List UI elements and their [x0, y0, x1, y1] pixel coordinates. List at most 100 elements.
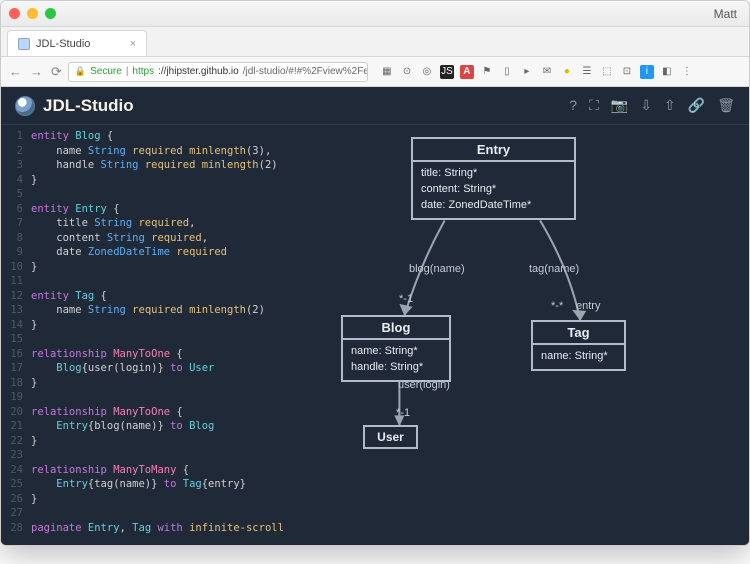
- ext-icon[interactable]: A: [460, 65, 474, 79]
- code-content: }: [31, 492, 301, 507]
- entity-box-blog[interactable]: Blog name: String* handle: String*: [341, 315, 451, 382]
- code-line[interactable]: 17 Blog{user(login)} to User: [1, 361, 301, 376]
- code-content: [31, 274, 301, 289]
- minimize-window-button[interactable]: [27, 8, 38, 19]
- code-line[interactable]: 28paginate Entry, Tag with infinite-scro…: [1, 521, 301, 536]
- ext-icon[interactable]: ⊡: [620, 65, 634, 79]
- line-number: 1: [1, 129, 31, 144]
- help-button[interactable]: ?: [569, 97, 577, 114]
- ext-icon[interactable]: ☰: [580, 65, 594, 79]
- line-number: 18: [1, 376, 31, 391]
- entity-box-user[interactable]: User: [363, 425, 418, 449]
- download-button[interactable]: ⇩: [640, 97, 652, 114]
- url-input[interactable]: 🔒 Secure | https://jhipster.github.io/jd…: [68, 62, 368, 82]
- ext-icon[interactable]: ◧: [660, 65, 674, 79]
- reload-button[interactable]: ⟳: [51, 64, 62, 80]
- tab-title: JDL-Studio: [36, 38, 90, 50]
- url-scheme: https: [132, 66, 154, 77]
- code-content: }: [31, 434, 301, 449]
- code-line[interactable]: 18}: [1, 376, 301, 391]
- code-content: Entry{blog(name)} to Blog: [31, 419, 301, 434]
- ext-icon[interactable]: JS: [440, 65, 454, 79]
- line-number: 9: [1, 245, 31, 260]
- code-content: [31, 390, 301, 405]
- code-line[interactable]: 4}: [1, 173, 301, 188]
- code-line[interactable]: 13 name String required minlength(2): [1, 303, 301, 318]
- entity-field: date: ZonedDateTime*: [421, 197, 566, 213]
- entity-field: content: String*: [421, 181, 566, 197]
- line-number: 23: [1, 448, 31, 463]
- ext-icon[interactable]: ◎: [420, 65, 434, 79]
- code-line[interactable]: 26}: [1, 492, 301, 507]
- code-line[interactable]: 24relationship ManyToMany {: [1, 463, 301, 478]
- maximize-window-button[interactable]: [45, 8, 56, 19]
- code-line[interactable]: 21 Entry{blog(name)} to Blog: [1, 419, 301, 434]
- ext-icon[interactable]: ✉: [540, 65, 554, 79]
- close-window-button[interactable]: [9, 8, 20, 19]
- code-content: entity Blog {: [31, 129, 301, 144]
- code-line[interactable]: 20relationship ManyToOne {: [1, 405, 301, 420]
- code-line[interactable]: 15: [1, 332, 301, 347]
- link-button[interactable]: 🔗: [688, 97, 705, 114]
- code-line[interactable]: 19: [1, 390, 301, 405]
- line-number: 19: [1, 390, 31, 405]
- browser-tab[interactable]: JDL-Studio ×: [7, 30, 147, 56]
- code-line[interactable]: 5: [1, 187, 301, 202]
- ext-icon[interactable]: i: [640, 65, 654, 79]
- code-content: Blog{user(login)} to User: [31, 361, 301, 376]
- browser-menu-button[interactable]: ⋮: [680, 65, 694, 79]
- line-number: 5: [1, 187, 31, 202]
- diagram-canvas[interactable]: Entry title: String* content: String* da…: [301, 125, 749, 546]
- ext-icon[interactable]: ⊙: [400, 65, 414, 79]
- line-number: 4: [1, 173, 31, 188]
- ext-icon[interactable]: ▦: [380, 65, 394, 79]
- code-line[interactable]: 22}: [1, 434, 301, 449]
- ext-icon[interactable]: ▯: [500, 65, 514, 79]
- ext-icon[interactable]: ▸: [520, 65, 534, 79]
- code-line[interactable]: 12entity Tag {: [1, 289, 301, 304]
- line-number: 2: [1, 144, 31, 159]
- entity-box-tag[interactable]: Tag name: String*: [531, 320, 626, 371]
- browser-tabbar: JDL-Studio ×: [1, 27, 749, 57]
- back-button[interactable]: ←: [9, 64, 22, 80]
- code-editor[interactable]: 1entity Blog {2 name String required min…: [1, 125, 301, 546]
- upload-button[interactable]: ⇧: [664, 97, 676, 114]
- code-line[interactable]: 6entity Entry {: [1, 202, 301, 217]
- code-line[interactable]: 14}: [1, 318, 301, 333]
- line-number: 15: [1, 332, 31, 347]
- code-line[interactable]: 8 content String required,: [1, 231, 301, 246]
- code-line[interactable]: 11: [1, 274, 301, 289]
- code-content: content String required,: [31, 231, 301, 246]
- browser-extension-icons: ▦ ⊙ ◎ JS A ⚑ ▯ ▸ ✉ ● ☰ ⬚ ⊡ i ◧ ⋮: [380, 65, 694, 79]
- url-path: /jdl-studio/#!#%2Fview%2Fentity%20Blog%2…: [243, 66, 368, 77]
- snapshot-button[interactable]: 📷: [611, 97, 628, 114]
- code-line[interactable]: 25 Entry{tag(name)} to Tag{entry}: [1, 477, 301, 492]
- cardinality-label: *-1: [399, 293, 413, 305]
- code-line[interactable]: 2 name String required minlength(3),: [1, 144, 301, 159]
- ext-icon[interactable]: ⚑: [480, 65, 494, 79]
- line-number: 14: [1, 318, 31, 333]
- code-line[interactable]: 3 handle String required minlength(2): [1, 158, 301, 173]
- code-line[interactable]: 23: [1, 448, 301, 463]
- code-line[interactable]: 1entity Blog {: [1, 129, 301, 144]
- entity-title: Tag: [533, 322, 624, 345]
- forward-button[interactable]: →: [30, 64, 43, 80]
- code-content: }: [31, 376, 301, 391]
- ext-icon[interactable]: ●: [560, 65, 574, 79]
- entity-title: Entry: [413, 139, 574, 162]
- ext-icon[interactable]: ⬚: [600, 65, 614, 79]
- code-line[interactable]: 7 title String required,: [1, 216, 301, 231]
- trash-button[interactable]: 🗑: [717, 97, 735, 114]
- entity-box-entry[interactable]: Entry title: String* content: String* da…: [411, 137, 576, 220]
- code-line[interactable]: 9 date ZonedDateTime required: [1, 245, 301, 260]
- code-line[interactable]: 27: [1, 506, 301, 521]
- line-number: 6: [1, 202, 31, 217]
- entity-title: User: [365, 427, 416, 447]
- code-line[interactable]: 16relationship ManyToOne {: [1, 347, 301, 362]
- fullscreen-button[interactable]: ⛶: [589, 97, 599, 114]
- code-content: [31, 506, 301, 521]
- code-line[interactable]: 10}: [1, 260, 301, 275]
- close-tab-button[interactable]: ×: [130, 38, 136, 50]
- line-number: 10: [1, 260, 31, 275]
- app-title: JDL-Studio: [43, 96, 134, 116]
